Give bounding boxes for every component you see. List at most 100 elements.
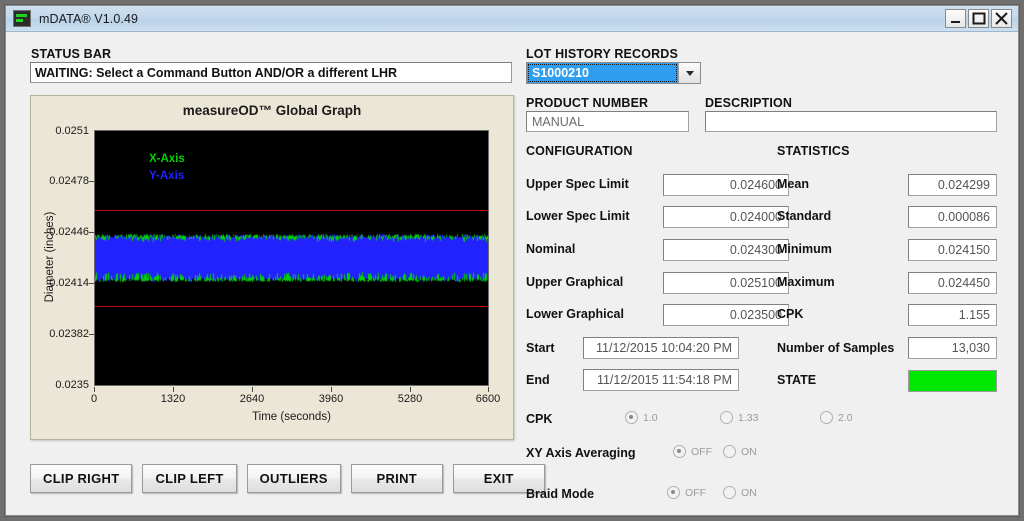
upper-spec-limit-field[interactable]: 0.024600 — [663, 174, 789, 196]
nominal-label: Nominal — [526, 242, 576, 256]
upper-graphical-field[interactable]: 0.025100 — [663, 272, 789, 294]
cpk-option-1-0[interactable]: 1.0 — [625, 411, 658, 424]
radio-icon — [723, 445, 736, 458]
status-bar-label: STATUS BAR — [31, 47, 112, 61]
status-bar-text: WAITING: Select a Command Button AND/OR … — [30, 62, 512, 83]
maximum-label: Maximum — [777, 275, 835, 289]
x-tick-label: 3960 — [318, 393, 344, 405]
xy-averaging-on[interactable]: ON — [723, 445, 757, 458]
lower-spec-limit-label: Lower Spec Limit — [526, 209, 630, 223]
status-badge — [908, 370, 997, 392]
x-tick-mark — [410, 387, 411, 392]
number-of-samples-field[interactable]: 13,030 — [908, 337, 997, 359]
product-number-field[interactable]: MANUAL — [526, 111, 689, 132]
x-axis-title: Time (seconds) — [252, 411, 331, 423]
application-window: mDATA® V1.0.49 STATUS BAR WAITING: Selec… — [4, 4, 1020, 517]
radio-icon — [720, 411, 733, 424]
y-tick-label: 0.0251 — [55, 125, 89, 137]
command-button-row: CLIP RIGHT CLIP LEFT OUTLIERS PRINT EXIT — [30, 464, 545, 493]
standard-label: Standard — [777, 209, 832, 223]
maximize-icon[interactable] — [968, 9, 989, 28]
clip-right-button[interactable]: CLIP RIGHT — [30, 464, 133, 493]
mean-field[interactable]: 0.024299 — [908, 174, 997, 196]
state-label: STATE — [777, 373, 817, 387]
plot-area[interactable]: X-Axis Y-Axis — [94, 130, 489, 386]
standard-field[interactable]: 0.000086 — [908, 206, 997, 228]
configuration-header: CONFIGURATION — [526, 144, 633, 158]
window-controls — [945, 9, 1012, 28]
outliers-button[interactable]: OUTLIERS — [246, 464, 341, 493]
radio-icon — [667, 486, 680, 499]
lower-graphical-label: Lower Graphical — [526, 307, 624, 321]
upper-graphical-label: Upper Graphical — [526, 275, 624, 289]
description-label: DESCRIPTION — [705, 96, 793, 110]
x-tick-mark — [331, 387, 332, 392]
cpk-option-1-33[interactable]: 1.33 — [720, 411, 758, 424]
nominal-field[interactable]: 0.024300 — [663, 239, 789, 261]
lot-history-records-select[interactable]: S1000210 — [526, 62, 701, 84]
x-tick-mark — [173, 387, 174, 392]
print-button[interactable]: PRINT — [350, 464, 443, 493]
cpk-group-label: CPK — [526, 412, 553, 426]
title-bar: mDATA® V1.0.49 — [6, 6, 1018, 32]
y-tick-label: 0.02478 — [49, 175, 89, 187]
braid-mode-option-label: OFF — [685, 486, 706, 499]
x-tick-label: 2640 — [239, 393, 265, 405]
end-label: End — [526, 373, 550, 387]
braid-mode-label: Braid Mode — [526, 487, 595, 501]
maximum-field[interactable]: 0.024450 — [908, 272, 997, 294]
close-icon[interactable] — [991, 9, 1012, 28]
cpk-option-label: 1.33 — [738, 411, 759, 424]
braid-mode-off[interactable]: OFF — [667, 486, 706, 499]
minimize-icon[interactable] — [945, 9, 966, 28]
clip-left-button[interactable]: CLIP LEFT — [142, 464, 237, 493]
xy-averaging-option-label: OFF — [691, 445, 712, 458]
cpk-option-label: 1.0 — [643, 411, 658, 424]
cpk-option-label: 2.0 — [838, 411, 853, 424]
number-of-samples-label: Number of Samples — [777, 341, 895, 355]
braid-mode-on[interactable]: ON — [723, 486, 757, 499]
end-field[interactable]: 11/12/2015 11:54:18 PM — [583, 369, 739, 391]
window-title: mDATA® V1.0.49 — [39, 11, 139, 26]
minimum-label: Minimum — [777, 242, 832, 256]
xy-averaging-option-label: ON — [741, 445, 757, 458]
cpk-stat-field[interactable]: 1.155 — [908, 304, 997, 326]
product-number-label: PRODUCT NUMBER — [526, 96, 649, 110]
lot-history-records-value: S1000210 — [527, 63, 678, 83]
x-tick-label: 6600 — [475, 393, 501, 405]
xy-axis-averaging-label: XY Axis Averaging — [526, 446, 636, 460]
x-tick-label: 5280 — [397, 393, 423, 405]
radio-icon — [673, 445, 686, 458]
xy-averaging-off[interactable]: OFF — [673, 445, 712, 458]
x-tick-mark — [252, 387, 253, 392]
x-tick-mark — [488, 387, 489, 392]
mean-label: Mean — [777, 177, 809, 191]
graph-title: measureOD™ Global Graph — [182, 103, 362, 118]
braid-mode-option-label: ON — [741, 486, 757, 499]
cpk-stat-label: CPK — [777, 307, 804, 321]
lot-history-records-label: LOT HISTORY RECORDS — [526, 47, 678, 61]
y-tick-label: 0.0235 — [55, 379, 89, 391]
start-label: Start — [526, 341, 555, 355]
lower-spec-limit-field[interactable]: 0.024000 — [663, 206, 789, 228]
statistics-header: STATISTICS — [777, 144, 850, 158]
x-tick-mark — [94, 387, 95, 392]
minimum-field[interactable]: 0.024150 — [908, 239, 997, 261]
y-tick-label: 0.02382 — [49, 328, 89, 340]
x-tick-label: 0 — [90, 393, 98, 405]
y-axis-tick-labels: 0.0251 0.02478 0.02446 0.02414 0.02382 0… — [31, 96, 89, 441]
global-graph-panel: measureOD™ Global Graph 0.0251 0.02478 0… — [30, 95, 514, 440]
y-axis-title: Diameter (inches) — [44, 211, 56, 303]
upper-spec-limit-label: Upper Spec Limit — [526, 177, 629, 191]
radio-icon — [820, 411, 833, 424]
cpk-option-2-0[interactable]: 2.0 — [820, 411, 853, 424]
app-icon — [13, 10, 31, 27]
radio-icon — [723, 486, 736, 499]
description-field[interactable] — [705, 111, 997, 132]
chevron-down-icon[interactable] — [678, 63, 700, 83]
lower-graphical-field[interactable]: 0.023500 — [663, 304, 789, 326]
data-series-band — [95, 131, 488, 385]
start-field[interactable]: 11/12/2015 10:04:20 PM — [583, 337, 739, 359]
radio-icon — [625, 411, 638, 424]
x-tick-label: 1320 — [160, 393, 186, 405]
